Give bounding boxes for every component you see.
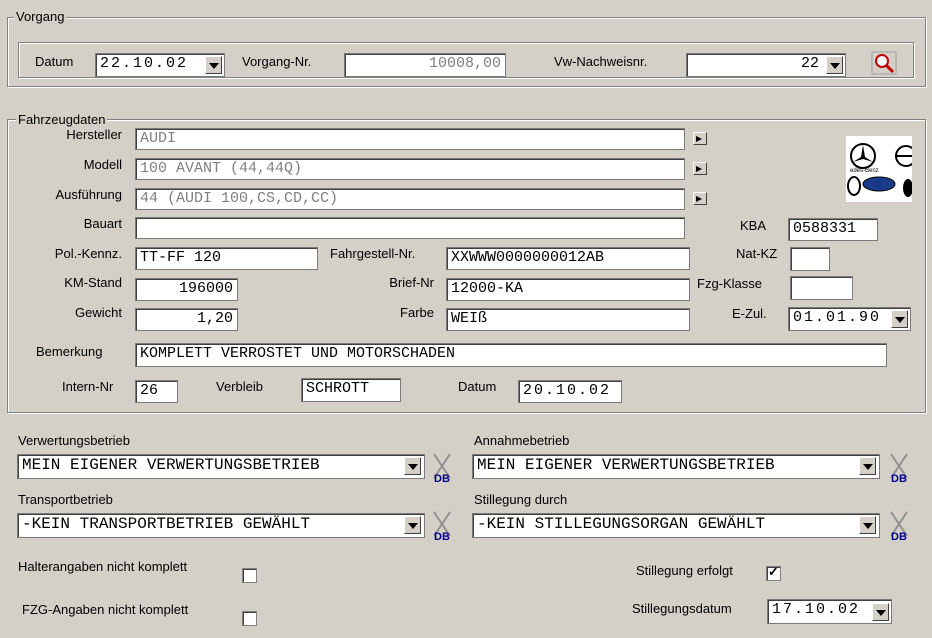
fzg-label: FZG-Angaben nicht komplett (22, 602, 189, 617)
verwertung-label: Verwertungsbetrieb (18, 433, 131, 448)
fzgklasse-field[interactable] (790, 276, 853, 300)
hersteller-field[interactable]: AUDI (135, 128, 685, 150)
stillegungsdatum-dropdown-button[interactable] (872, 603, 889, 621)
polkennz-field[interactable]: TT-FF 120 (135, 247, 318, 270)
car-brands-logo: edes-Benz (846, 136, 917, 202)
kba-label: KBA (740, 218, 767, 233)
verbleib-field[interactable]: SCHROTT (301, 378, 401, 402)
transport-db-icon[interactable]: DB (430, 510, 454, 550)
ezul-dropdown-button[interactable] (891, 310, 908, 328)
verwertung-db-icon[interactable]: DB (430, 452, 454, 492)
modell-field[interactable]: 100 AVANT (44,44Q) (135, 158, 685, 180)
polkennz-label: Pol.-Kennz. (54, 246, 122, 261)
farbe-label: Farbe (400, 305, 434, 320)
ausfuehrung-arrow-button[interactable] (693, 192, 707, 205)
ezul-label: E-Zul. (732, 306, 767, 321)
natkz-label: Nat-KZ (736, 246, 778, 261)
transport-select[interactable]: -KEIN TRANSPORTBETRIEB GEWÄHLT (17, 513, 425, 538)
verwertung-select[interactable]: MEIN EIGENER VERWERTUNGSBETRIEB (17, 454, 425, 479)
halter-checkbox[interactable] (242, 568, 257, 583)
stillegung-durch-select[interactable]: -KEIN STILLEGUNGSORGAN GEWÄHLT (472, 513, 880, 538)
bemerkung-label: Bemerkung (36, 344, 103, 359)
annahme-dropdown-button[interactable] (859, 457, 876, 475)
logo-text: edes-Benz (850, 168, 879, 174)
natkz-field[interactable] (790, 247, 830, 271)
hersteller-arrow-button[interactable] (693, 132, 707, 145)
search-icon[interactable] (871, 51, 897, 75)
fahrzeug-datum-label: Datum (458, 379, 497, 394)
fzg-checkbox[interactable] (242, 611, 257, 626)
bauart-field[interactable] (135, 217, 685, 239)
annahme-db-text: DB (891, 473, 907, 485)
annahme-select[interactable]: MEIN EIGENER VERWERTUNGSBETRIEB (472, 454, 880, 479)
halter-label: Halterangaben nicht komplett (18, 559, 188, 574)
hersteller-label: Hersteller (66, 127, 122, 142)
vorgang-nr-field[interactable]: 10008,00 (344, 53, 506, 77)
fahrzeug-group-title: Fahrzeugdaten (16, 112, 108, 127)
intern-label: Intern-Nr (62, 379, 114, 394)
kba-field[interactable]: 0588331 (788, 218, 878, 241)
fzgklasse-label: Fzg-Klasse (697, 276, 763, 291)
brief-field[interactable]: 12000-KA (446, 278, 690, 301)
modell-arrow-button[interactable] (693, 162, 707, 175)
brief-label: Brief-Nr (389, 275, 434, 290)
stillegung-erfolgt-label: Stillegung erfolgt (636, 563, 733, 578)
gewicht-label: Gewicht (75, 305, 122, 320)
vw-nachweisnr-select[interactable]: 22 (686, 53, 846, 77)
vorgang-nr-label: Vorgang-Nr. (242, 54, 312, 69)
ausfuehrung-field[interactable]: 44 (AUDI 100,CS,CD,CC) (135, 188, 685, 210)
annahme-label: Annahmebetrieb (474, 433, 570, 448)
ausfuehrung-label: Ausführung (55, 187, 123, 202)
check-mark-icon: ✓ (768, 564, 779, 579)
annahme-db-icon[interactable]: DB (887, 452, 911, 492)
stillegung-durch-db-icon[interactable]: DB (887, 510, 911, 550)
bauart-label: Bauart (83, 216, 122, 231)
intern-field[interactable]: 26 (135, 380, 178, 403)
transport-label: Transportbetrieb (18, 492, 113, 507)
datum-dropdown-button[interactable] (205, 56, 222, 74)
fahrzeug-datum-field[interactable]: 20.10.02 (518, 380, 622, 403)
kmstand-label: KM-Stand (64, 275, 122, 290)
stillegung-durch-label: Stillegung durch (474, 492, 568, 507)
fahrgestell-field[interactable]: XXWWW0000000012AB (446, 247, 690, 270)
datum-label: Datum (35, 54, 74, 69)
vorgang-group-title: Vorgang (14, 9, 67, 24)
transport-db-text: DB (434, 531, 450, 543)
verbleib-label: Verbleib (216, 379, 263, 394)
vw-nachweisnr-dropdown-button[interactable] (826, 56, 843, 74)
kmstand-field[interactable]: 196000 (135, 278, 238, 301)
bemerkung-field[interactable]: KOMPLETT VERROSTET UND MOTORSCHADEN (135, 343, 887, 367)
fahrgestell-label: Fahrgestell-Nr. (330, 246, 416, 261)
gewicht-field[interactable]: 1,20 (135, 308, 238, 331)
stillegung-erfolgt-checkbox[interactable]: ✓ (766, 564, 781, 581)
stillegung-durch-db-text: DB (891, 531, 907, 543)
stillegung-durch-dropdown-button[interactable] (859, 516, 876, 534)
verwertung-db-text: DB (434, 473, 450, 485)
stillegungsdatum-label: Stillegungsdatum (632, 601, 732, 616)
transport-dropdown-button[interactable] (404, 516, 421, 534)
modell-label: Modell (83, 157, 122, 172)
farbe-field[interactable]: WEIß (446, 308, 690, 331)
verwertung-dropdown-button[interactable] (404, 457, 421, 475)
vw-nachweisnr-label: Vw-Nachweisnr. (554, 54, 648, 69)
